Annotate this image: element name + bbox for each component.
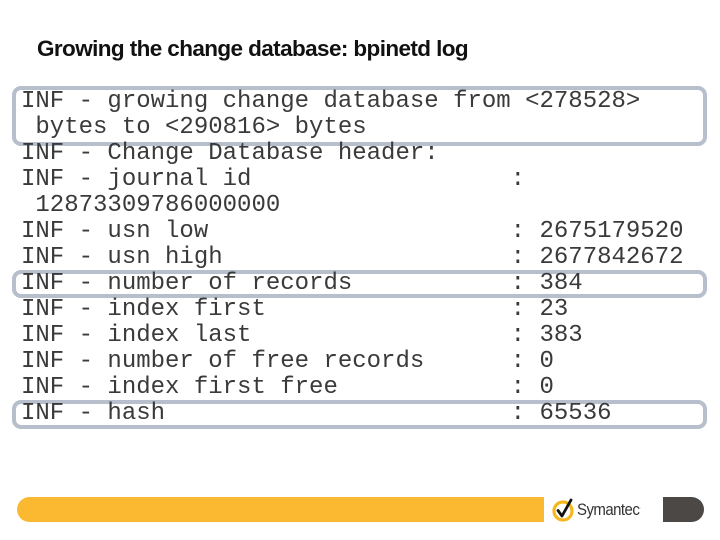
- checkmark-circle-icon: [552, 498, 576, 522]
- log-line: INF - number of free records : 0: [21, 348, 554, 375]
- log-output: INF - growing change database from <2785…: [21, 89, 684, 427]
- page-number-tab: [663, 497, 704, 522]
- logo-text: Symantec.: [577, 500, 641, 520]
- log-line: INF - index first free : 0: [21, 374, 554, 401]
- brand-name: Symantec: [577, 500, 640, 519]
- brand-suffix: .: [639, 504, 641, 511]
- log-line: INF - journal id :: [21, 166, 526, 193]
- log-line: INF - number of records : 384: [21, 270, 583, 297]
- symantec-logo: Symantec.: [552, 496, 649, 524]
- log-line: INF - Change Database header:: [21, 140, 439, 167]
- log-line: INF - index first : 23: [21, 296, 569, 323]
- log-line: 12873309786000000: [21, 192, 281, 219]
- log-line: INF - growing change database from <2785…: [21, 88, 641, 115]
- slide-title: Growing the change database: bpinetd log: [37, 36, 469, 61]
- footer-bar: [17, 497, 544, 522]
- log-line: INF - index last : 383: [21, 322, 583, 349]
- log-line: INF - usn high : 2677842672: [21, 244, 684, 271]
- log-line: INF - usn low : 2675179520: [21, 218, 684, 245]
- log-line: INF - hash : 65536: [21, 400, 612, 427]
- log-line: bytes to <290816> bytes: [21, 114, 367, 141]
